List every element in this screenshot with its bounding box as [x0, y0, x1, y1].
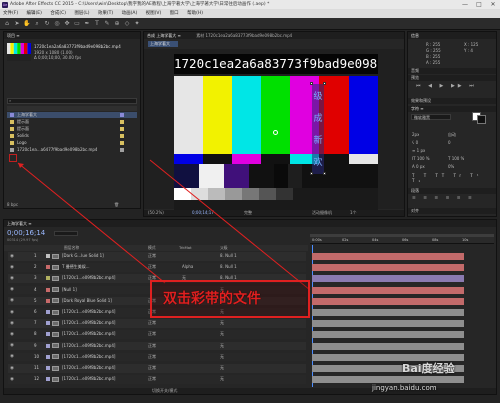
baidu-watermark-url: jingyan.baidu.com: [372, 384, 437, 392]
annotation-arrow: [17, 159, 311, 291]
callout-text: 双击彩带的文件: [163, 291, 261, 307]
